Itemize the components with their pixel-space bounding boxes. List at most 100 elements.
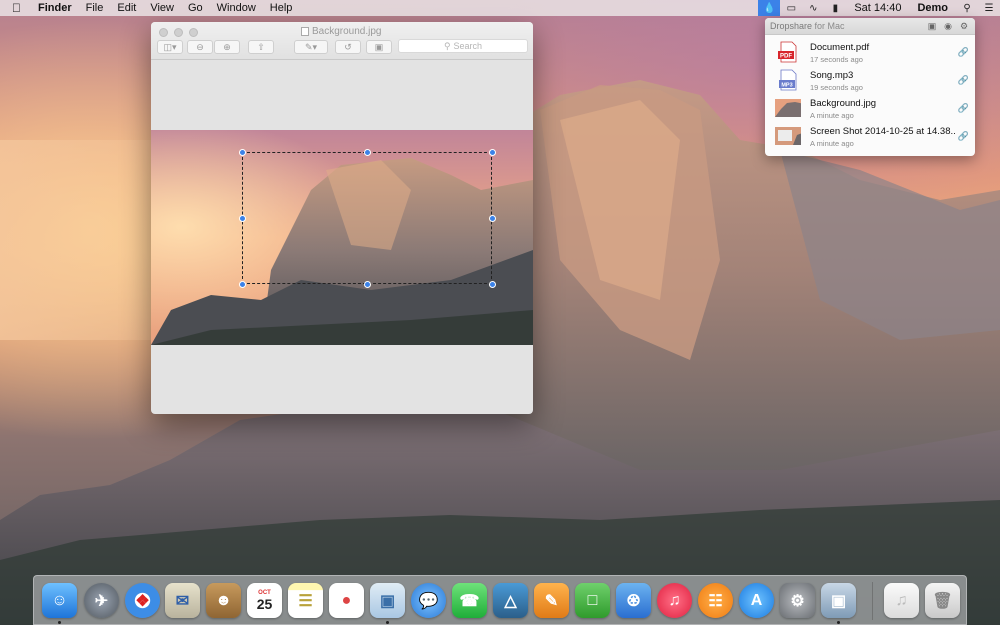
item-time: A minute ago <box>810 139 854 148</box>
itunes-dock-icon[interactable]: ♫ <box>657 583 692 618</box>
search-icon: ⚲ <box>443 40 451 51</box>
pdf-file-icon: PDF <box>778 41 797 63</box>
menu-bar:  Finder File Edit View Go Window Help 💧… <box>0 0 1000 16</box>
airplay-icon[interactable]: ▭ <box>780 0 802 16</box>
close-window-button[interactable] <box>159 28 168 37</box>
safari-dock-icon[interactable]: ❖ <box>125 583 160 618</box>
settings-gear-icon[interactable]: ⚙ <box>958 21 970 32</box>
item-name: Document.pdf <box>810 42 870 53</box>
share-icon[interactable]: ⇧ <box>248 40 274 54</box>
pages-dock-icon[interactable]: ✎ <box>534 583 569 618</box>
downloads-stack-icon[interactable]: ♫ <box>884 583 919 618</box>
minimize-window-button[interactable] <box>174 28 183 37</box>
menu-help[interactable]: Help <box>270 2 293 14</box>
running-indicator <box>58 621 61 624</box>
notification-center-icon[interactable]: ☰ <box>978 0 1000 16</box>
item-time: 19 seconds ago <box>810 83 863 92</box>
running-indicator <box>837 621 840 624</box>
notes-dock-icon[interactable]: ☰ <box>288 583 323 618</box>
menu-view[interactable]: View <box>150 2 174 14</box>
selection-handle[interactable] <box>364 281 371 288</box>
selection-handle[interactable] <box>489 215 496 222</box>
battery-icon[interactable]: ▮ <box>824 0 846 16</box>
selection-handle[interactable] <box>489 149 496 156</box>
item-name: Song.mp3 <box>810 70 854 81</box>
item-time: A minute ago <box>810 111 854 120</box>
upload-item-song-mp3[interactable]: MP3 Song.mp3 19 seconds ago 🔗 <box>765 66 975 94</box>
mp3-file-icon: MP3 <box>779 69 797 91</box>
spotlight-icon[interactable]: ⚲ <box>956 0 978 16</box>
reminders-dock-icon[interactable]: ● <box>329 583 364 618</box>
image-thumbnail <box>775 99 801 117</box>
toolbox-icon[interactable]: ▣ <box>366 40 392 54</box>
menu-go[interactable]: Go <box>188 2 203 14</box>
rotate-icon[interactable]: ↺ <box>335 40 361 54</box>
finder-dock-icon[interactable]: ☺ <box>42 583 77 618</box>
screenshot-thumbnail <box>775 127 801 145</box>
mail-dock-icon[interactable]: ✉ <box>165 583 200 618</box>
selection-handle[interactable] <box>489 281 496 288</box>
dropshare-header: Dropshare for Mac ▣ ◉ ⚙ <box>765 18 975 35</box>
image-capture-dock-icon[interactable]: ▣ <box>821 583 856 618</box>
upload-item-screenshot[interactable]: Screen Shot 2014-10-25 at 14.38.... A mi… <box>765 122 975 150</box>
search-field[interactable]: ⚲ Search <box>398 39 528 53</box>
running-indicator <box>386 621 389 624</box>
facetime-dock-icon[interactable]: ☎ <box>452 583 487 618</box>
preview-dock-icon[interactable]: ▣ <box>370 583 405 618</box>
calendar-dock-icon[interactable]: OCT 25 <box>247 583 282 618</box>
item-time: 17 seconds ago <box>810 55 863 64</box>
preview-window: Background.jpg ◫▾ ⊖ ⊕ ⇧ ✎▾ ↺ ▣ ⚲ Search <box>151 22 533 414</box>
iphoto-dock-icon[interactable]: △ <box>493 583 528 618</box>
trash-icon[interactable]: 🗑 <box>925 583 960 618</box>
messages-dock-icon[interactable]: 💬 <box>411 583 446 618</box>
wifi-icon[interactable]: ∿ <box>802 0 824 16</box>
selection-handle[interactable] <box>239 149 246 156</box>
markup-pen-icon[interactable]: ✎▾ <box>294 40 328 54</box>
zoom-out-icon[interactable]: ⊖ <box>187 40 213 54</box>
mp3-badge: MP3 <box>781 83 792 89</box>
dropshare-popover: Dropshare for Mac ▣ ◉ ⚙ PDF Document.pdf… <box>765 18 975 156</box>
copy-link-icon[interactable]: 🔗 <box>958 103 969 114</box>
screen-record-icon[interactable]: ◉ <box>942 21 954 32</box>
sidebar-icon[interactable]: ◫▾ <box>157 40 183 54</box>
selection-handle[interactable] <box>239 215 246 222</box>
dock: ☺ ✈ ❖ ✉ ☻ OCT 25 ☰ ● ▣ 💬 ☎ △ ✎ □ ♼ ♫ ☷ A… <box>33 575 967 625</box>
app-store-dock-icon[interactable]: A <box>739 583 774 618</box>
selection-rectangle[interactable] <box>242 152 492 284</box>
numbers-dock-icon[interactable]: □ <box>575 583 610 618</box>
screenshot-icon[interactable]: ▣ <box>926 21 938 32</box>
zoom-window-button[interactable] <box>189 28 198 37</box>
ibooks-dock-icon[interactable]: ☷ <box>698 583 733 618</box>
menu-app-name[interactable]: Finder <box>38 2 72 14</box>
zoom-in-icon[interactable]: ⊕ <box>214 40 240 54</box>
menu-window[interactable]: Window <box>217 2 256 14</box>
pdf-badge: PDF <box>780 54 792 60</box>
menu-file[interactable]: File <box>86 2 104 14</box>
search-placeholder: Search <box>453 41 483 51</box>
apple-menu-icon[interactable]:  <box>12 1 28 15</box>
document-proxy-icon[interactable] <box>301 27 309 36</box>
dropshare-icon[interactable]: 💧 <box>758 0 781 16</box>
upload-item-document-pdf[interactable]: PDF Document.pdf 17 seconds ago 🔗 <box>765 38 975 66</box>
window-title: Background.jpg <box>312 26 382 37</box>
copy-link-icon[interactable]: 🔗 <box>958 47 969 58</box>
copy-link-icon[interactable]: 🔗 <box>958 75 969 86</box>
system-preferences-dock-icon[interactable]: ⚙ <box>780 583 815 618</box>
item-name: Background.jpg <box>810 98 877 109</box>
user-name[interactable]: Demo <box>917 2 948 14</box>
launchpad-dock-icon[interactable]: ✈ <box>84 583 119 618</box>
calendar-day: 25 <box>256 595 273 612</box>
upload-item-background-jpg[interactable]: Background.jpg A minute ago 🔗 <box>765 94 975 122</box>
selection-handle[interactable] <box>239 281 246 288</box>
selection-handle[interactable] <box>364 149 371 156</box>
copy-link-icon[interactable]: 🔗 <box>958 131 969 142</box>
clock[interactable]: Sat 14:40 <box>854 2 901 14</box>
dock-separator <box>872 582 873 620</box>
window-titlebar[interactable]: Background.jpg ◫▾ ⊖ ⊕ ⇧ ✎▾ ↺ ▣ ⚲ Search <box>151 22 533 60</box>
contacts-dock-icon[interactable]: ☻ <box>206 583 241 618</box>
menu-edit[interactable]: Edit <box>117 2 136 14</box>
item-name: Screen Shot 2014-10-25 at 14.38.... <box>810 126 955 137</box>
dropshare-title: Dropshare for Mac <box>770 21 845 31</box>
keynote-dock-icon[interactable]: ♼ <box>616 583 651 618</box>
image-canvas[interactable] <box>151 130 533 345</box>
